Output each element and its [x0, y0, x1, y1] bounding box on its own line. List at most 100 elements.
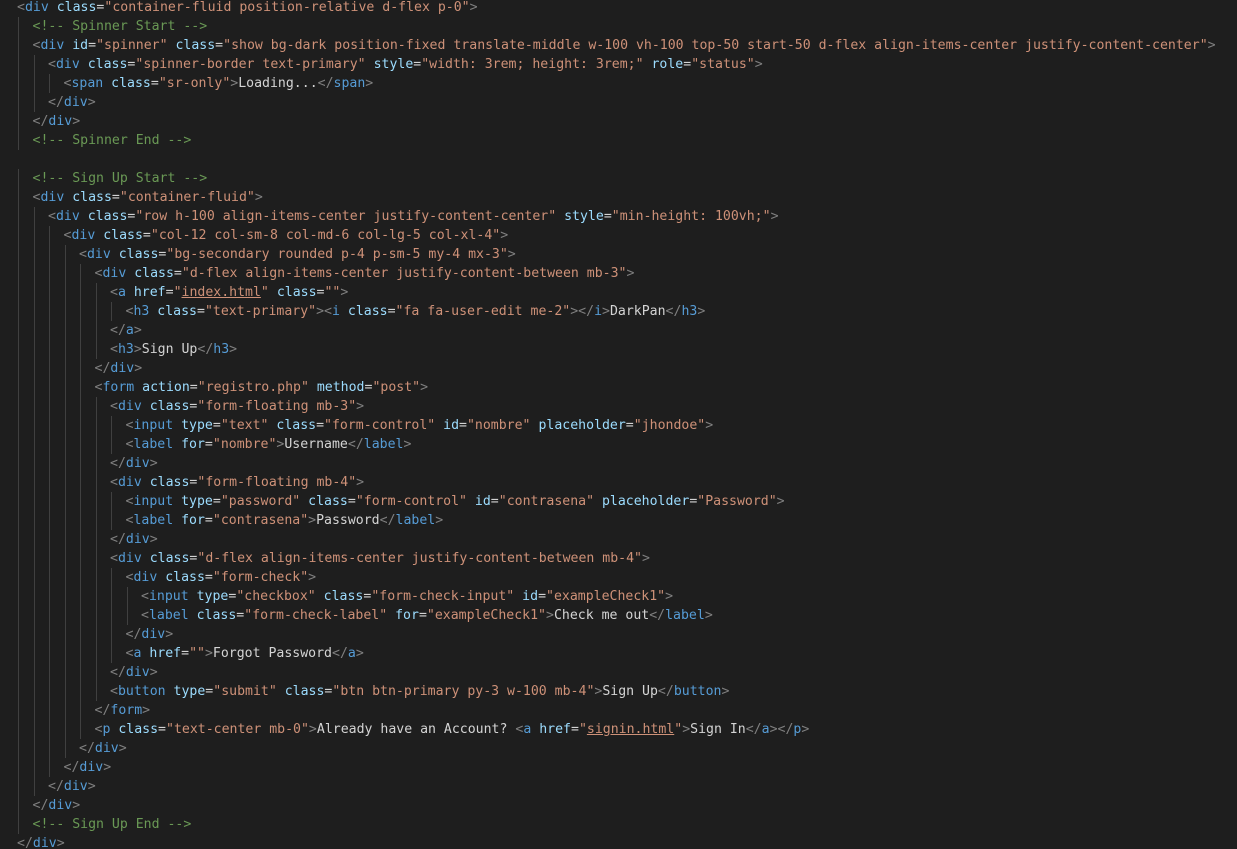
- code-text: =: [111, 190, 120, 205]
- code-line[interactable]: <!-- Spinner End -->: [33, 131, 192, 150]
- code-punctuation: >: [770, 209, 779, 224]
- indent-guide: [64, 625, 66, 644]
- code-line[interactable]: </div>: [48, 93, 96, 112]
- code-line[interactable]: </div>: [126, 625, 174, 644]
- code-line[interactable]: <div class="form-check">: [126, 568, 317, 587]
- code-line[interactable]: <div class = "row h-100 align-items-center…: [48, 207, 779, 226]
- code-link[interactable]: signin.html: [587, 722, 674, 737]
- code-line[interactable]: <div class="form-floating mb-3">: [110, 397, 364, 416]
- code-text: =: [150, 76, 159, 91]
- indent-guide: [18, 321, 19, 340]
- code-line[interactable]: <label for="nombre">Username</label>: [126, 435, 412, 454]
- code-line[interactable]: <label for="contrasena">Password</label>: [126, 511, 444, 530]
- code-line[interactable]: <label class="form-check-label" for="exa…: [141, 606, 713, 625]
- code-attribute: href: [141, 646, 182, 661]
- code-link[interactable]: index.html: [182, 285, 261, 300]
- code-punctuation: >: [204, 646, 213, 661]
- code-punctuation: </: [657, 684, 674, 699]
- code-editor[interactable]: <div class="container-fluid position-rel…: [0, 0, 1237, 849]
- code-line[interactable]: </div>: [33, 112, 81, 131]
- code-line[interactable]: <input type="password" class="form-contr…: [126, 492, 785, 511]
- indent-guide: [80, 435, 81, 454]
- code-tag-name: div: [24, 0, 49, 15]
- code-line[interactable]: <input type="checkbox" class="form-check…: [141, 587, 673, 606]
- code-attribute: class: [110, 722, 159, 737]
- indent-guide: [64, 397, 66, 416]
- code-tag-name: div: [71, 228, 96, 243]
- code-line[interactable]: <button type="submit" class="btn btn-pri…: [110, 682, 729, 701]
- code-line[interactable]: </div>: [48, 777, 96, 796]
- code-line[interactable]: </div>: [95, 359, 143, 378]
- indent-guide: [18, 663, 19, 682]
- code-line[interactable]: </div>: [110, 530, 158, 549]
- code-line[interactable]: </div>: [33, 796, 81, 815]
- code-line[interactable]: </div>: [110, 454, 158, 473]
- code-text: =: [189, 380, 198, 395]
- code-line[interactable]: </form>: [95, 701, 151, 720]
- code-punctuation: >: [500, 228, 509, 243]
- code-line[interactable]: <p class="text-center mb-0">Already have…: [95, 720, 810, 739]
- code-string: "d-flex align-items-center justify-conte…: [197, 551, 642, 566]
- code-text: =: [347, 494, 356, 509]
- code-line[interactable]: <a href="index.html" class="">: [110, 283, 348, 302]
- code-line[interactable]: </div>: [17, 834, 65, 849]
- code-line[interactable]: </div>: [79, 739, 127, 758]
- indent-guide: [49, 530, 50, 549]
- code-line[interactable]: <!-- Sign Up Start -->: [33, 169, 208, 188]
- code-punctuation: >: [355, 646, 364, 661]
- indent-guide: [80, 682, 81, 701]
- indent-guide: [33, 340, 35, 359]
- code-punctuation: >: [697, 304, 706, 319]
- indent-guide: [33, 226, 35, 245]
- code-line[interactable]: <div class="form-floating mb-4">: [110, 473, 364, 492]
- code-line[interactable]: <form action="registro.php" method="post…: [95, 378, 429, 397]
- indent-guide: [95, 473, 97, 492]
- indent-guide: [95, 283, 97, 302]
- code-line[interactable]: <div class="col-12 col-sm-8 col-md-6 col…: [64, 226, 509, 245]
- code-text: =: [212, 418, 221, 433]
- code-line[interactable]: <span class="sr-only">Loading...</span>: [64, 74, 374, 93]
- code-line[interactable]: <h3>Sign Up</h3>: [110, 340, 237, 359]
- code-line[interactable]: <!-- Sign Up End -->: [33, 815, 192, 834]
- code-line[interactable]: <div class="d-flex align-items-center ju…: [95, 264, 635, 283]
- code-punctuation: >: [801, 722, 810, 737]
- code-line[interactable]: <a href="">Forgot Password</a>: [126, 644, 364, 663]
- code-tag-name: div: [125, 665, 150, 680]
- code-punctuation: >: [118, 741, 127, 756]
- code-line[interactable]: </a>: [110, 321, 142, 340]
- code-attribute: type: [188, 589, 229, 604]
- code-line[interactable]: <div class="d-flex align-items-center ju…: [110, 549, 650, 568]
- indent-guide: [33, 682, 35, 701]
- indent-guide: [95, 454, 97, 473]
- indent-guide: [95, 530, 97, 549]
- indent-guide: [18, 378, 19, 397]
- code-attribute: href: [125, 285, 166, 300]
- code-line[interactable]: <div class="container-fluid position-rel…: [17, 0, 478, 17]
- code-string: "width: 3rem; height: 3rem;": [421, 57, 644, 72]
- code-attribute: placeholder: [594, 494, 690, 509]
- indent-guide: [33, 777, 35, 796]
- indent-guide: [18, 815, 19, 834]
- code-line[interactable]: <div id="spinner" class="show bg-dark po…: [33, 36, 1216, 55]
- code-line[interactable]: <input type="text" class="form-control" …: [126, 416, 714, 435]
- indent-guide: [80, 473, 81, 492]
- indent-guide: [95, 321, 97, 340]
- indent-guide: [49, 397, 50, 416]
- indent-guide: [49, 663, 50, 682]
- code-line[interactable]: <div class="container-fluid">: [33, 188, 263, 207]
- indent-guide: [33, 663, 35, 682]
- code-comment: <!-- Spinner End -->: [32, 133, 192, 148]
- code-line[interactable]: </div>: [110, 663, 158, 682]
- code-punctuation: </: [347, 437, 364, 452]
- indent-guide: [18, 226, 19, 245]
- code-line[interactable]: </div>: [64, 758, 112, 777]
- code-text: =: [215, 38, 224, 53]
- code-line[interactable]: <div class="bg-secondary rounded p-4 p-s…: [79, 245, 516, 264]
- code-punctuation: </: [110, 323, 126, 338]
- indent-guide: [95, 397, 97, 416]
- code-line[interactable]: <!-- Spinner Start -->: [33, 17, 208, 36]
- code-attribute: class: [79, 209, 128, 224]
- indent-guide: [18, 207, 19, 226]
- code-line[interactable]: <div class = "spinner-border text-primary"…: [48, 55, 763, 74]
- code-line[interactable]: <h3 class="text-primary"><i class="fa fa…: [126, 302, 706, 321]
